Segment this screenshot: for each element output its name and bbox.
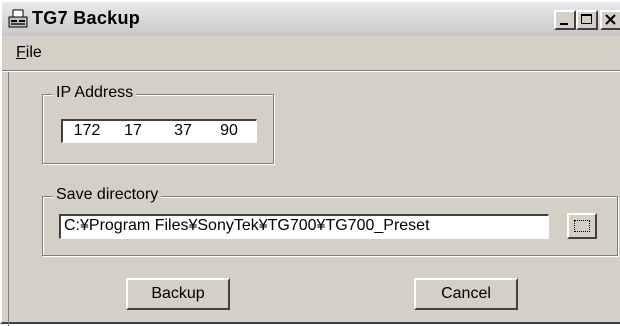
ip-octet-4[interactable]: 90 — [211, 122, 247, 140]
menu-file[interactable]: File — [16, 44, 42, 62]
ip-octet-1[interactable]: 172 — [69, 122, 105, 140]
backup-button[interactable]: Backup — [126, 278, 230, 310]
maximize-button[interactable] — [576, 10, 598, 30]
save-directory-group: Save directory C:¥Program Files¥SonyTek¥… — [42, 186, 618, 256]
ip-octet-3[interactable]: 37 — [165, 122, 201, 140]
ip-address-input[interactable]: 172 17 37 90 — [61, 119, 257, 143]
close-button[interactable] — [600, 10, 620, 30]
cancel-button[interactable]: Cancel — [414, 278, 518, 310]
client-edge — [8, 72, 9, 326]
browse-button[interactable] — [567, 213, 597, 239]
minimize-icon — [560, 23, 568, 25]
ellipsis-browse-icon — [574, 220, 590, 232]
minimize-button[interactable] — [554, 10, 576, 30]
menu-file-mnemonic: F — [16, 44, 26, 61]
menu-file-label: ile — [25, 44, 42, 61]
save-directory-input[interactable]: C:¥Program Files¥SonyTek¥TG700¥TG700_Pre… — [59, 214, 549, 239]
tg7-backup-window: TG7 Backup File IP Address 172 17 37 90 … — [0, 0, 620, 326]
menu-bar: File — [2, 40, 620, 66]
ip-address-group: IP Address 172 17 37 90 — [42, 84, 274, 164]
computer-icon — [8, 9, 28, 28]
close-icon — [605, 14, 616, 25]
menu-separator — [2, 70, 620, 72]
save-directory-label: Save directory — [53, 186, 162, 204]
title-bar[interactable]: TG7 Backup — [2, 2, 620, 36]
ip-octet-2[interactable]: 17 — [115, 122, 151, 140]
maximize-icon — [581, 14, 592, 24]
ip-address-label: IP Address — [53, 84, 137, 102]
window-title: TG7 Backup — [32, 8, 141, 28]
